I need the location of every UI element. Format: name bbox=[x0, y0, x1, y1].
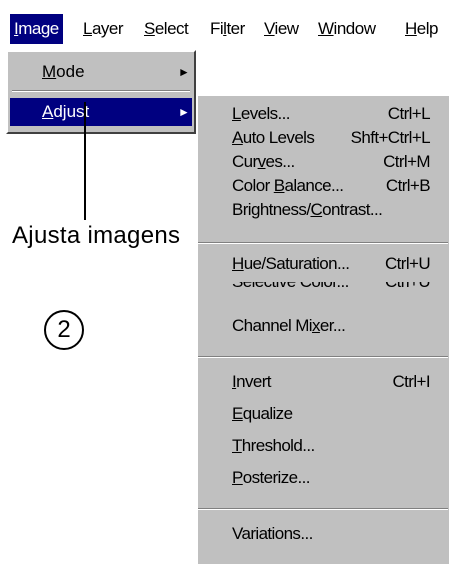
menu-item-adjust[interactable]: Adjust ► bbox=[10, 98, 192, 126]
menu-item-mode[interactable]: Mode ► bbox=[10, 58, 192, 86]
menu-item-selective-color[interactable]: Selective Color... Ctrl+U bbox=[198, 282, 448, 291]
menu-select[interactable]: Select bbox=[144, 14, 189, 44]
shortcut-label: Ctrl+L bbox=[387, 104, 431, 123]
menu-separator bbox=[198, 356, 448, 358]
menu-help[interactable]: Help bbox=[405, 14, 438, 44]
menu-image[interactable]: Image bbox=[10, 14, 63, 44]
shortcut-label: Shft+Ctrl+L bbox=[350, 128, 431, 147]
menu-separator bbox=[198, 242, 448, 244]
shortcut-label: Ctrl+M bbox=[383, 152, 431, 171]
submenu-arrow-icon: ► bbox=[178, 65, 190, 79]
shortcut-label: Ctrl+I bbox=[392, 372, 431, 391]
submenu-arrow-icon: ► bbox=[178, 105, 190, 119]
menu-separator bbox=[198, 508, 448, 510]
step-number-badge: 2 bbox=[44, 310, 84, 350]
callout-line bbox=[84, 102, 86, 220]
shortcut-label: Ctrl+B bbox=[385, 176, 431, 195]
menu-view[interactable]: View bbox=[264, 14, 299, 44]
menu-filter[interactable]: Filter bbox=[210, 14, 245, 44]
menu-window[interactable]: Window bbox=[318, 14, 376, 44]
menu-bar: Image Layer Select Filter View Window He… bbox=[0, 0, 457, 50]
image-menu: Mode ► Adjust ► bbox=[6, 50, 196, 134]
adjust-submenu: Levels... Ctrl+L Auto Levels Shft+Ctrl+L… bbox=[196, 94, 449, 564]
menu-separator bbox=[12, 90, 190, 92]
shortcut-label: Ctrl+U bbox=[385, 282, 431, 291]
callout-label: Ajusta imagens bbox=[12, 222, 181, 249]
menu-layer[interactable]: Layer bbox=[83, 14, 124, 44]
shortcut-label: Ctrl+U bbox=[384, 254, 431, 273]
